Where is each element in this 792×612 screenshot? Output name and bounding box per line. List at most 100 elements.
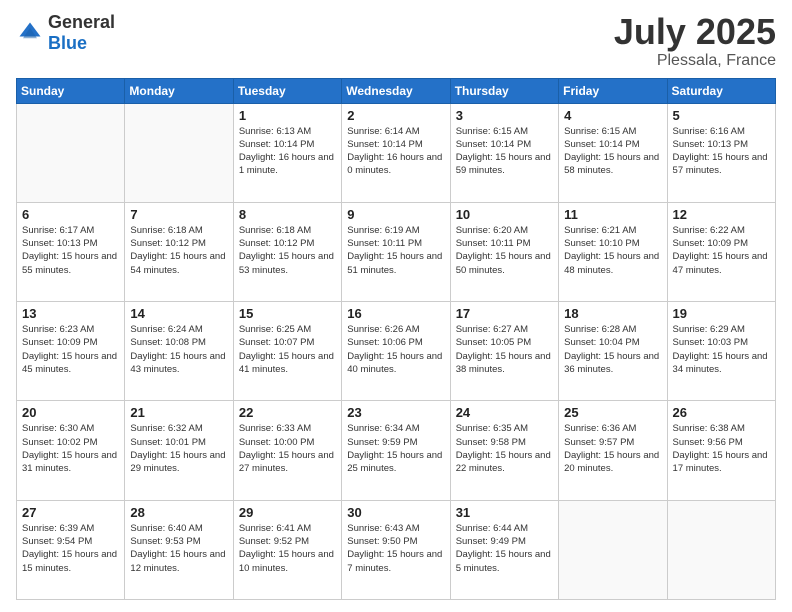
table-row: 6 Sunrise: 6:17 AMSunset: 10:13 PMDayligh…: [17, 202, 125, 301]
day-info: Sunrise: 6:13 AMSunset: 10:14 PMDaylight…: [239, 125, 336, 178]
table-row: 2Sunrise: 6:14 AMSunset: 10:14 PMDayligh…: [342, 103, 450, 202]
day-info: Sunrise: 6:40 AMSunset: 9:53 PMDaylight:…: [130, 522, 227, 575]
logo-text: General Blue: [48, 12, 115, 54]
logo: General Blue: [16, 12, 115, 54]
day-info: Sunrise: 6:14 AMSunset: 10:14 PMDaylight…: [347, 125, 444, 178]
table-row: 20 Sunrise: 6:30 AMSunset: 10:02 PMDaylig…: [17, 401, 125, 500]
table-row: 17Sunrise: 6:27 AMSunset: 10:05 PMDaylig…: [450, 302, 558, 401]
table-row: 13 Sunrise: 6:23 AMSunset: 10:09 PMDaylig…: [17, 302, 125, 401]
calendar-week-3: 13 Sunrise: 6:23 AMSunset: 10:09 PMDaylig…: [17, 302, 776, 401]
table-row: 25 Sunrise: 6:36 AMSunset: 9:57 PMDayligh…: [559, 401, 667, 500]
col-wednesday: Wednesday: [342, 78, 450, 103]
day-info: Sunrise: 6:32 AMSunset: 10:01 PMDaylight…: [130, 422, 227, 475]
day-number: 1: [239, 108, 336, 123]
table-row: 30Sunrise: 6:43 AMSunset: 9:50 PMDayligh…: [342, 500, 450, 599]
location-title: Plessala, France: [614, 52, 776, 70]
table-row: 24Sunrise: 6:35 AMSunset: 9:58 PMDayligh…: [450, 401, 558, 500]
table-row: 26Sunrise: 6:38 AMSunset: 9:56 PMDayligh…: [667, 401, 775, 500]
table-row: 10Sunrise: 6:20 AMSunset: 10:11 PMDaylig…: [450, 202, 558, 301]
table-row: 28Sunrise: 6:40 AMSunset: 9:53 PMDayligh…: [125, 500, 233, 599]
day-number: 18: [564, 306, 661, 321]
table-row: 8 Sunrise: 6:18 AMSunset: 10:12 PMDayligh…: [233, 202, 341, 301]
day-number: 25: [564, 405, 661, 420]
table-row: 27 Sunrise: 6:39 AMSunset: 9:54 PMDayligh…: [17, 500, 125, 599]
day-info: Sunrise: 6:34 AMSunset: 9:59 PMDaylight:…: [347, 422, 444, 475]
day-number: 15: [239, 306, 336, 321]
table-row: 16 Sunrise: 6:26 AMSunset: 10:06 PMDaylig…: [342, 302, 450, 401]
day-number: 6: [22, 207, 119, 222]
calendar-week-5: 27 Sunrise: 6:39 AMSunset: 9:54 PMDayligh…: [17, 500, 776, 599]
day-number: 10: [456, 207, 553, 222]
day-number: 24: [456, 405, 553, 420]
table-row: 7 Sunrise: 6:18 AMSunset: 10:12 PMDayligh…: [125, 202, 233, 301]
day-number: 29: [239, 505, 336, 520]
table-row: 29 Sunrise: 6:41 AMSunset: 9:52 PMDayligh…: [233, 500, 341, 599]
day-number: 20: [22, 405, 119, 420]
day-number: 23: [347, 405, 444, 420]
day-info: Sunrise: 6:33 AMSunset: 10:00 PMDaylight…: [239, 422, 336, 475]
table-row: 4 Sunrise: 6:15 AMSunset: 10:14 PMDayligh…: [559, 103, 667, 202]
day-info: Sunrise: 6:19 AMSunset: 10:11 PMDaylight…: [347, 224, 444, 277]
table-row: 22 Sunrise: 6:33 AMSunset: 10:00 PMDaylig…: [233, 401, 341, 500]
day-info: Sunrise: 6:17 AMSunset: 10:13 PMDaylight…: [22, 224, 119, 277]
day-info: Sunrise: 6:18 AMSunset: 10:12 PMDaylight…: [130, 224, 227, 277]
table-row: 11 Sunrise: 6:21 AMSunset: 10:10 PMDaylig…: [559, 202, 667, 301]
col-saturday: Saturday: [667, 78, 775, 103]
table-row: [17, 103, 125, 202]
day-number: 16: [347, 306, 444, 321]
day-info: Sunrise: 6:23 AMSunset: 10:09 PMDaylight…: [22, 323, 119, 376]
day-info: Sunrise: 6:36 AMSunset: 9:57 PMDaylight:…: [564, 422, 661, 475]
day-info: Sunrise: 6:18 AMSunset: 10:12 PMDaylight…: [239, 224, 336, 277]
table-row: 31Sunrise: 6:44 AMSunset: 9:49 PMDayligh…: [450, 500, 558, 599]
day-number: 7: [130, 207, 227, 222]
table-row: [559, 500, 667, 599]
col-monday: Monday: [125, 78, 233, 103]
day-info: Sunrise: 6:30 AMSunset: 10:02 PMDaylight…: [22, 422, 119, 475]
day-number: 4: [564, 108, 661, 123]
day-info: Sunrise: 6:29 AMSunset: 10:03 PMDaylight…: [673, 323, 770, 376]
day-number: 27: [22, 505, 119, 520]
day-number: 8: [239, 207, 336, 222]
day-info: Sunrise: 6:27 AMSunset: 10:05 PMDaylight…: [456, 323, 553, 376]
logo-icon: [16, 19, 44, 47]
day-info: Sunrise: 6:26 AMSunset: 10:06 PMDaylight…: [347, 323, 444, 376]
col-sunday: Sunday: [17, 78, 125, 103]
table-row: 5Sunrise: 6:16 AMSunset: 10:13 PMDayligh…: [667, 103, 775, 202]
day-info: Sunrise: 6:24 AMSunset: 10:08 PMDaylight…: [130, 323, 227, 376]
day-info: Sunrise: 6:39 AMSunset: 9:54 PMDaylight:…: [22, 522, 119, 575]
title-block: July 2025 Plessala, France: [614, 12, 776, 70]
day-number: 12: [673, 207, 770, 222]
day-number: 9: [347, 207, 444, 222]
table-row: 18Sunrise: 6:28 AMSunset: 10:04 PMDaylig…: [559, 302, 667, 401]
day-info: Sunrise: 6:41 AMSunset: 9:52 PMDaylight:…: [239, 522, 336, 575]
header: General Blue July 2025 Plessala, France: [16, 12, 776, 70]
day-info: Sunrise: 6:15 AMSunset: 10:14 PMDaylight…: [564, 125, 661, 178]
day-info: Sunrise: 6:21 AMSunset: 10:10 PMDaylight…: [564, 224, 661, 277]
day-number: 13: [22, 306, 119, 321]
day-number: 14: [130, 306, 227, 321]
table-row: 15 Sunrise: 6:25 AMSunset: 10:07 PMDaylig…: [233, 302, 341, 401]
logo-general: General: [48, 12, 115, 32]
table-row: 19Sunrise: 6:29 AMSunset: 10:03 PMDaylig…: [667, 302, 775, 401]
col-tuesday: Tuesday: [233, 78, 341, 103]
day-info: Sunrise: 6:43 AMSunset: 9:50 PMDaylight:…: [347, 522, 444, 575]
col-friday: Friday: [559, 78, 667, 103]
calendar-header-row: Sunday Monday Tuesday Wednesday Thursday…: [17, 78, 776, 103]
table-row: 21 Sunrise: 6:32 AMSunset: 10:01 PMDaylig…: [125, 401, 233, 500]
table-row: 9 Sunrise: 6:19 AMSunset: 10:11 PMDayligh…: [342, 202, 450, 301]
day-info: Sunrise: 6:25 AMSunset: 10:07 PMDaylight…: [239, 323, 336, 376]
day-number: 11: [564, 207, 661, 222]
month-title: July 2025: [614, 12, 776, 52]
table-row: [667, 500, 775, 599]
table-row: 14 Sunrise: 6:24 AMSunset: 10:08 PMDaylig…: [125, 302, 233, 401]
page: General Blue July 2025 Plessala, France …: [0, 0, 792, 612]
col-thursday: Thursday: [450, 78, 558, 103]
day-number: 22: [239, 405, 336, 420]
day-info: Sunrise: 6:38 AMSunset: 9:56 PMDaylight:…: [673, 422, 770, 475]
day-info: Sunrise: 6:22 AMSunset: 10:09 PMDaylight…: [673, 224, 770, 277]
table-row: 23 Sunrise: 6:34 AMSunset: 9:59 PMDayligh…: [342, 401, 450, 500]
day-info: Sunrise: 6:16 AMSunset: 10:13 PMDaylight…: [673, 125, 770, 178]
day-number: 21: [130, 405, 227, 420]
day-number: 3: [456, 108, 553, 123]
calendar-week-1: 1 Sunrise: 6:13 AMSunset: 10:14 PMDayligh…: [17, 103, 776, 202]
